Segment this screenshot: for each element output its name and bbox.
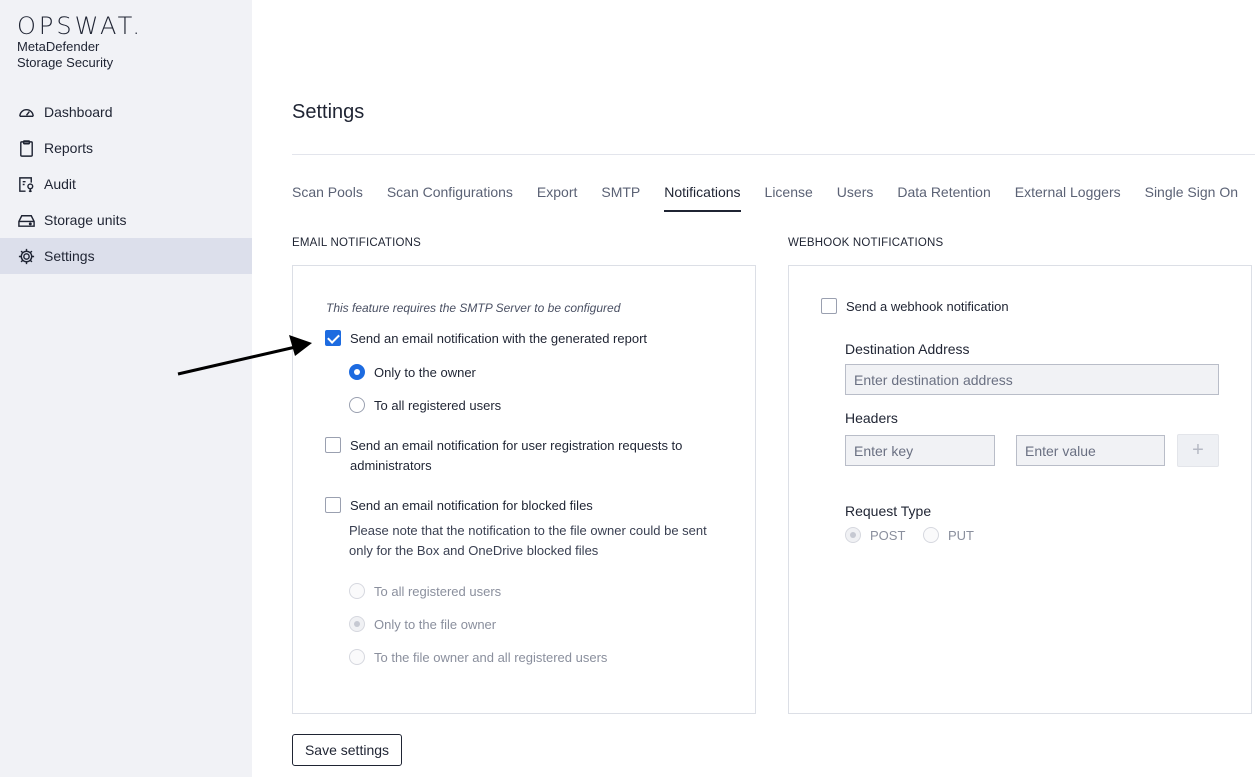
sidebar-nav: Dashboard Reports Audit Storage units Se… [0, 94, 252, 274]
blocked-files-email-label: Send an email notification for blocked f… [350, 498, 593, 513]
blocked-owner-and-users-option[interactable]: To the file owner and all registered use… [349, 648, 607, 668]
plus-icon: + [1192, 439, 1204, 461]
report-email-label: Send an email notification with the gene… [350, 331, 648, 346]
report-owner-option[interactable]: Only to the owner [349, 363, 476, 383]
headers-label: Headers [845, 410, 898, 426]
blocked-files-email-option[interactable]: Send an email notification for blocked f… [325, 496, 593, 516]
tab-data-retention[interactable]: Data Retention [897, 184, 990, 212]
tab-scan-configurations[interactable]: Scan Configurations [387, 184, 513, 212]
blocked-all-users-option[interactable]: To all registered users [349, 582, 501, 602]
report-owner-radio[interactable] [349, 364, 365, 380]
tab-notifications[interactable]: Notifications [664, 184, 741, 212]
clipboard-icon [17, 139, 36, 158]
smtp-requirement-note: This feature requires the SMTP Server to… [326, 301, 621, 315]
tab-scan-pools[interactable]: Scan Pools [292, 184, 363, 212]
webhook-checkbox[interactable] [821, 298, 837, 314]
sidebar-item-settings[interactable]: Settings [0, 238, 252, 274]
product-name-line2: Storage Security [17, 55, 114, 70]
blocked-files-description: Please note that the notification to the… [349, 523, 707, 558]
sidebar-item-reports[interactable]: Reports [0, 130, 252, 166]
registration-email-checkbox[interactable] [325, 437, 341, 453]
request-type-put-label: PUT [948, 528, 974, 543]
sidebar-item-label: Dashboard [44, 104, 113, 120]
request-type-put-option[interactable]: PUT [923, 526, 974, 546]
report-all-users-label: To all registered users [374, 398, 502, 413]
registration-email-label: Send an email notification for user regi… [350, 438, 683, 473]
product-name-line1: MetaDefender [17, 39, 100, 54]
header-value-input[interactable] [1016, 435, 1165, 466]
sidebar-item-label: Reports [44, 140, 94, 156]
tab-smtp[interactable]: SMTP [601, 184, 640, 212]
request-type-label: Request Type [845, 503, 932, 519]
request-type-post-label: POST [870, 528, 906, 543]
destination-address-input[interactable] [845, 364, 1219, 395]
tab-license[interactable]: License [765, 184, 813, 212]
tab-external-loggers[interactable]: External Loggers [1015, 184, 1121, 212]
report-all-users-radio[interactable] [349, 397, 365, 413]
blocked-all-users-radio[interactable] [349, 583, 365, 599]
sidebar-item-dashboard[interactable]: Dashboard [0, 94, 252, 130]
drive-icon [17, 211, 36, 230]
blocked-file-owner-option[interactable]: Only to the file owner [349, 615, 496, 635]
registration-email-option[interactable]: Send an email notification for user regi… [325, 436, 705, 476]
blocked-all-users-label: To all registered users [374, 584, 502, 599]
add-header-button[interactable]: + [1177, 434, 1219, 467]
audit-icon [17, 175, 36, 194]
webhook-notifications-heading: WEBHOOK NOTIFICATIONS [788, 237, 944, 249]
sidebar: OPSWAT. MetaDefender Storage Security Da… [0, 0, 252, 777]
blocked-files-email-checkbox[interactable] [325, 497, 341, 513]
tab-users[interactable]: Users [837, 184, 874, 212]
webhook-notifications-panel [788, 265, 1252, 714]
opswat-logo: OPSWAT. [17, 12, 144, 40]
gear-icon [17, 247, 36, 266]
request-type-post-option[interactable]: POST [845, 526, 905, 546]
report-email-option[interactable]: Send an email notification with the gene… [325, 329, 647, 349]
report-all-users-option[interactable]: To all registered users [349, 396, 501, 416]
report-email-checkbox[interactable] [325, 330, 341, 346]
destination-address-label: Destination Address [845, 341, 970, 357]
blocked-owner-and-users-label: To the file owner and all registered use… [374, 650, 608, 665]
blocked-owner-and-users-radio[interactable] [349, 649, 365, 665]
tab-export[interactable]: Export [537, 184, 577, 212]
gauge-icon [17, 103, 36, 122]
sidebar-item-label: Audit [44, 176, 76, 192]
header-key-input[interactable] [845, 435, 995, 466]
sidebar-item-label: Settings [44, 248, 95, 264]
blocked-file-owner-radio[interactable] [349, 616, 365, 632]
save-settings-button[interactable]: Save settings [292, 734, 402, 766]
settings-tabs: Scan Pools Scan Configurations Export SM… [292, 184, 1238, 214]
product-name: MetaDefender Storage Security [17, 39, 113, 71]
report-owner-label: Only to the owner [374, 365, 476, 380]
divider [292, 154, 1255, 155]
email-notifications-heading: EMAIL NOTIFICATIONS [292, 237, 422, 249]
tab-single-sign-on[interactable]: Single Sign On [1145, 184, 1238, 212]
request-type-post-radio[interactable] [845, 527, 861, 543]
sidebar-item-label: Storage units [44, 212, 127, 228]
webhook-option[interactable]: Send a webhook notification [821, 297, 1009, 317]
sidebar-item-audit[interactable]: Audit [0, 166, 252, 202]
webhook-label: Send a webhook notification [846, 299, 1009, 314]
sidebar-item-storage-units[interactable]: Storage units [0, 202, 252, 238]
blocked-file-owner-label: Only to the file owner [374, 617, 497, 632]
page-title: Settings [292, 101, 365, 123]
annotation-arrow-icon [177, 335, 312, 376]
request-type-put-radio[interactable] [923, 527, 939, 543]
